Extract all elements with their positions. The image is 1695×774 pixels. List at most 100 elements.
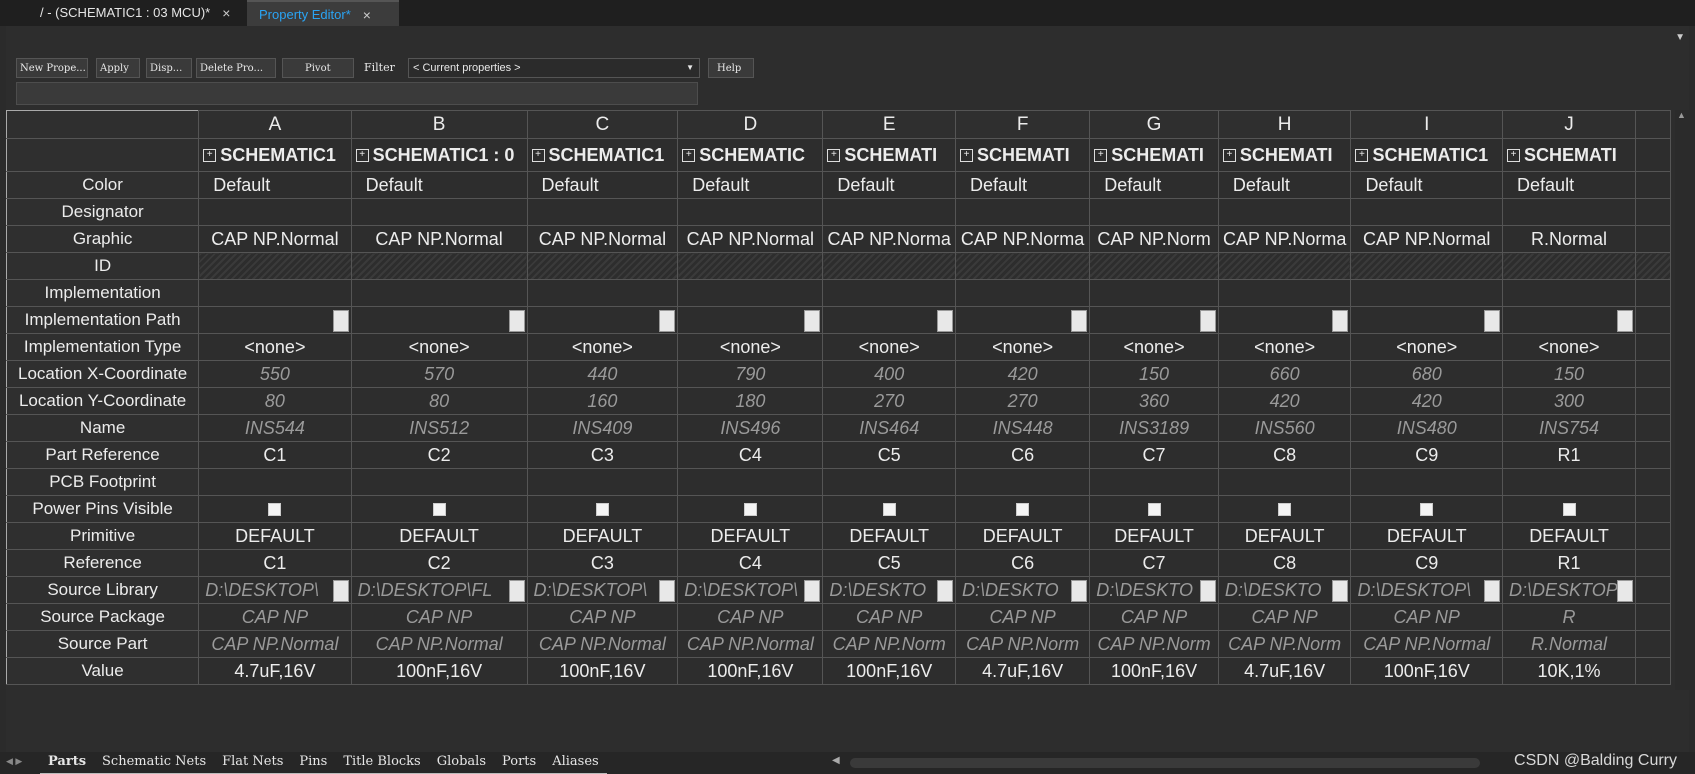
row-header-graphic[interactable]: Graphic	[6, 225, 200, 253]
expand-icon[interactable]: +	[959, 149, 973, 163]
cell-implementation-type[interactable]: <none>	[1217, 333, 1352, 361]
sheet-tab-parts[interactable]: Parts	[40, 752, 95, 774]
cell-source-package[interactable]: CAP NP	[954, 603, 1091, 631]
expand-icon[interactable]: +	[682, 149, 696, 163]
cell-name[interactable]: INS448	[954, 414, 1091, 442]
cell-empty[interactable]	[1502, 468, 1637, 496]
cell-source-library[interactable]: D:\DESKTO	[822, 576, 956, 604]
cell-location-y[interactable]: 270	[954, 387, 1091, 415]
cell-part-reference[interactable]: C9	[1350, 441, 1504, 469]
cell-reference[interactable]: C2	[350, 549, 528, 577]
browse-button[interactable]	[332, 580, 349, 602]
cell-value[interactable]: 4.7uF,16V	[954, 657, 1091, 685]
part-header-cell[interactable]: + SCHEMATI	[822, 138, 956, 172]
cell-source-part[interactable]: CAP NP.Normal	[350, 630, 528, 658]
cell-location-x[interactable]: 420	[954, 360, 1091, 388]
cell-location-y[interactable]: 300	[1502, 387, 1637, 415]
browse-button[interactable]	[1071, 580, 1088, 602]
cell-source-part[interactable]: CAP NP.Norm	[1217, 630, 1352, 658]
cell-source-library[interactable]: D:\DESKTO	[1089, 576, 1219, 604]
sheet-tab-globals[interactable]: Globals	[428, 752, 495, 774]
sheet-tab-aliases[interactable]: Aliases	[544, 752, 607, 774]
cell-reference[interactable]: C5	[822, 549, 956, 577]
cell-location-x[interactable]: 400	[822, 360, 956, 388]
row-header-id[interactable]: ID	[6, 252, 200, 280]
close-icon[interactable]: ×	[222, 5, 230, 21]
cell-empty[interactable]	[350, 468, 528, 496]
cell-source-library[interactable]: D:\DESKTOP\	[1350, 576, 1504, 604]
row-header-power-pins-visible[interactable]: Power Pins Visible	[6, 495, 200, 523]
cell-empty[interactable]	[822, 468, 956, 496]
cell-source-library[interactable]: D:\DESKTO	[1217, 576, 1352, 604]
cell-implementation-type[interactable]: <none>	[526, 333, 679, 361]
cell-source-part[interactable]: CAP NP.Normal	[526, 630, 679, 658]
checkbox[interactable]	[1278, 503, 1292, 517]
cell-empty[interactable]	[1350, 198, 1504, 226]
cell-value[interactable]: 100nF,16V	[677, 657, 824, 685]
cell-partial[interactable]	[1635, 414, 1671, 442]
checkbox[interactable]	[432, 503, 446, 517]
column-header-partial[interactable]	[1635, 110, 1671, 139]
checkbox[interactable]	[1016, 503, 1030, 517]
row-header-implementation-path[interactable]: Implementation Path	[6, 306, 200, 334]
part-header-cell[interactable]: + SCHEMATIC1	[1350, 138, 1504, 172]
column-header[interactable]: D	[677, 110, 824, 139]
cell-color[interactable]: Default	[677, 171, 824, 199]
cell-empty[interactable]	[526, 279, 679, 307]
browse-button[interactable]	[1617, 310, 1634, 332]
cell-implementation-path[interactable]	[1089, 306, 1219, 334]
cell-graphic[interactable]: CAP NP.Norm	[1089, 225, 1219, 253]
cell-graphic[interactable]: CAP NP.Normal	[198, 225, 352, 253]
cell-implementation-path[interactable]	[1217, 306, 1352, 334]
part-header-cell[interactable]: + SCHEMATIC1 : 0	[350, 138, 528, 172]
row-header-loc-y[interactable]: Location Y-Coordinate	[6, 387, 200, 415]
cell-empty[interactable]	[822, 198, 956, 226]
cell-color[interactable]: Default	[1350, 171, 1504, 199]
browse-button[interactable]	[804, 310, 821, 332]
column-header[interactable]: J	[1502, 110, 1637, 139]
cell-location-x[interactable]: 440	[526, 360, 679, 388]
cell-partial[interactable]	[1635, 441, 1671, 469]
cell-partial[interactable]	[1635, 306, 1671, 334]
cell-graphic[interactable]: CAP NP.Normal	[677, 225, 824, 253]
cell-partial[interactable]	[1635, 495, 1671, 523]
cell-partial[interactable]	[1635, 522, 1671, 550]
cell-location-x[interactable]: 790	[677, 360, 824, 388]
cell-color[interactable]: Default	[822, 171, 956, 199]
cell-value[interactable]: 100nF,16V	[1350, 657, 1504, 685]
cell-implementation-path[interactable]	[1350, 306, 1504, 334]
cell-location-y[interactable]: 80	[198, 387, 352, 415]
row-header-source-package[interactable]: Source Package	[6, 603, 200, 631]
cell-empty[interactable]	[1089, 198, 1219, 226]
cell-location-y[interactable]: 180	[677, 387, 824, 415]
column-header[interactable]: H	[1217, 110, 1352, 139]
row-header-loc-x[interactable]: Location X-Coordinate	[6, 360, 200, 388]
cell-implementation-type[interactable]: <none>	[1502, 333, 1637, 361]
cell-power-pins-visible[interactable]	[822, 495, 956, 523]
sheet-tab-title-blocks[interactable]: Title Blocks	[335, 752, 429, 774]
cell-power-pins-visible[interactable]	[1502, 495, 1637, 523]
scroll-up-icon[interactable]: ▲	[1677, 110, 1686, 120]
cell-implementation-type[interactable]: <none>	[677, 333, 824, 361]
cell-implementation-type[interactable]: <none>	[954, 333, 1091, 361]
cell-source-part[interactable]: CAP NP.Norm	[954, 630, 1091, 658]
cell-value[interactable]: 100nF,16V	[526, 657, 679, 685]
cell-graphic[interactable]: CAP NP.Normal	[526, 225, 679, 253]
cell-location-x[interactable]: 660	[1217, 360, 1352, 388]
cell-primitive[interactable]: DEFAULT	[350, 522, 528, 550]
expand-icon[interactable]: +	[1222, 149, 1236, 163]
browse-button[interactable]	[332, 310, 349, 332]
expand-icon[interactable]: +	[531, 149, 545, 163]
cell-color[interactable]: Default	[350, 171, 528, 199]
cell-part-reference[interactable]: C5	[822, 441, 956, 469]
cell-reference[interactable]: C3	[526, 549, 679, 577]
cell-reference[interactable]: C7	[1089, 549, 1219, 577]
cell-primitive[interactable]: DEFAULT	[1502, 522, 1637, 550]
checkbox[interactable]	[595, 503, 609, 517]
expand-icon[interactable]: +	[355, 149, 369, 163]
cell-empty[interactable]	[677, 198, 824, 226]
cell-value[interactable]: 100nF,16V	[1089, 657, 1219, 685]
part-header-cell[interactable]: + SCHEMATI	[1089, 138, 1219, 172]
pivot-button[interactable]: Pivot	[282, 58, 354, 78]
cell-source-part[interactable]: CAP NP.Norm	[822, 630, 956, 658]
